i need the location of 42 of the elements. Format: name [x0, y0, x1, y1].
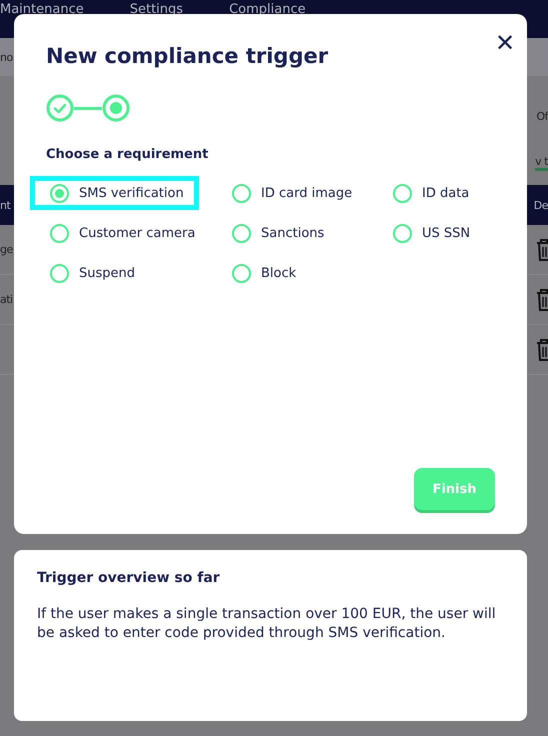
nav-item[interactable]: Compliance	[229, 3, 306, 17]
radio-button[interactable]	[50, 264, 69, 282]
option-label: ID card image	[261, 186, 352, 200]
close-button[interactable]: ✕	[495, 32, 515, 56]
option-label: Sanctions	[261, 226, 324, 240]
option-label: Suspend	[79, 266, 136, 280]
card-title: Trigger overview so far	[37, 570, 221, 586]
radio-button[interactable]	[50, 224, 69, 242]
option-label: ID data	[422, 186, 470, 200]
trash-icon[interactable]	[536, 288, 548, 310]
radio-button[interactable]	[232, 264, 251, 282]
radio-button[interactable]	[50, 184, 69, 202]
section-label: Choose a requirement	[46, 147, 210, 162]
option-label: Block	[261, 266, 296, 280]
radio-button[interactable]	[393, 224, 412, 242]
radio-option[interactable]: ID data	[373, 176, 484, 210]
radio-option[interactable]: Block	[212, 256, 312, 290]
dialog-title: New compliance trigger	[46, 44, 328, 68]
trash-icon[interactable]	[536, 238, 548, 260]
radio-button[interactable]	[232, 184, 251, 202]
radio-option[interactable]: US SSN	[373, 216, 486, 250]
radio-button[interactable]	[232, 224, 251, 242]
nav-item[interactable]: Maintenance	[0, 3, 84, 17]
option-label: SMS verification	[79, 186, 184, 200]
page-tab[interactable]: v t	[535, 154, 548, 170]
column-header: nt	[0, 198, 10, 212]
table-cell: ati	[0, 293, 13, 306]
radio-option[interactable]: ID card image	[212, 176, 368, 210]
radio-button[interactable]	[393, 184, 412, 202]
table-cell: ge	[0, 243, 13, 256]
page-text: Of	[536, 110, 548, 123]
page-text: no	[0, 50, 13, 64]
option-label: US SSN	[422, 226, 470, 240]
column-header: De	[534, 198, 548, 212]
trash-icon[interactable]	[536, 338, 548, 360]
overview-text: If the user makes a single transaction over 100 EUR, the user will be asked to enter code provided through SMS verification.	[37, 605, 497, 643]
radio-option[interactable]: Suspend	[30, 256, 150, 290]
nav-item[interactable]: Settings	[130, 3, 184, 17]
option-label: Customer camera	[79, 226, 196, 240]
radio-option[interactable]: SMS verification	[30, 176, 199, 210]
radio-option[interactable]: Customer camera	[30, 216, 210, 250]
radio-option[interactable]: Sanctions	[212, 216, 340, 250]
